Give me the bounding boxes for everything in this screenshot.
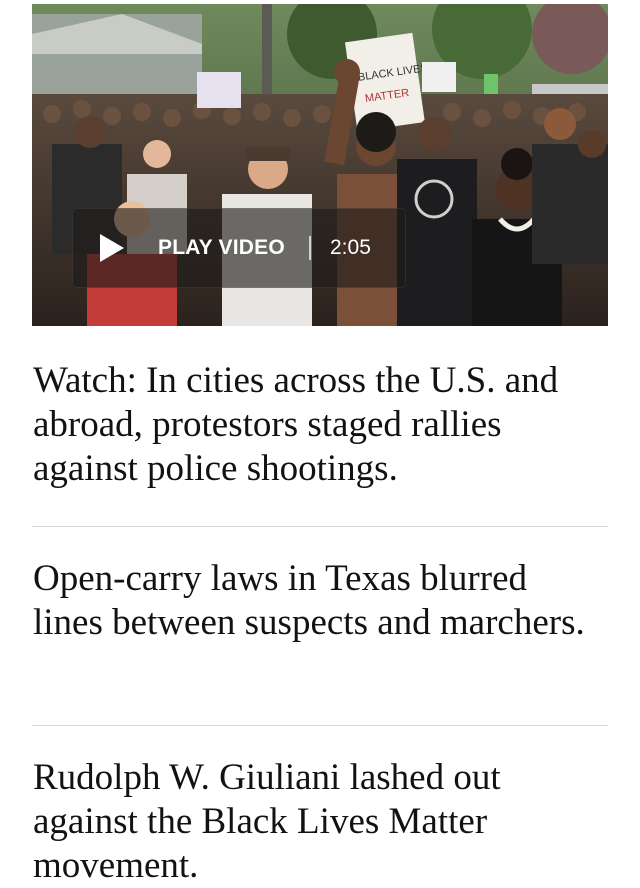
divider — [32, 526, 608, 527]
play-video-button[interactable]: PLAY VIDEO 2:05 — [72, 208, 406, 288]
play-video-label: PLAY VIDEO — [158, 236, 285, 259]
headline-link-1[interactable]: Watch: In cities across the U.S. and abr… — [33, 359, 593, 491]
headline-link-2[interactable]: Open-carry laws in Texas blurred lines b… — [33, 557, 593, 645]
video-duration: 2:05 — [330, 236, 371, 259]
play-icon — [100, 234, 124, 262]
divider — [32, 725, 608, 726]
divider-bar — [309, 236, 311, 260]
video-player[interactable]: BLACK LIVES MATTER PLAY VIDEO 2:05 — [32, 4, 608, 326]
headline-link-3[interactable]: Rudolph W. Giuliani lashed out against t… — [33, 756, 593, 888]
